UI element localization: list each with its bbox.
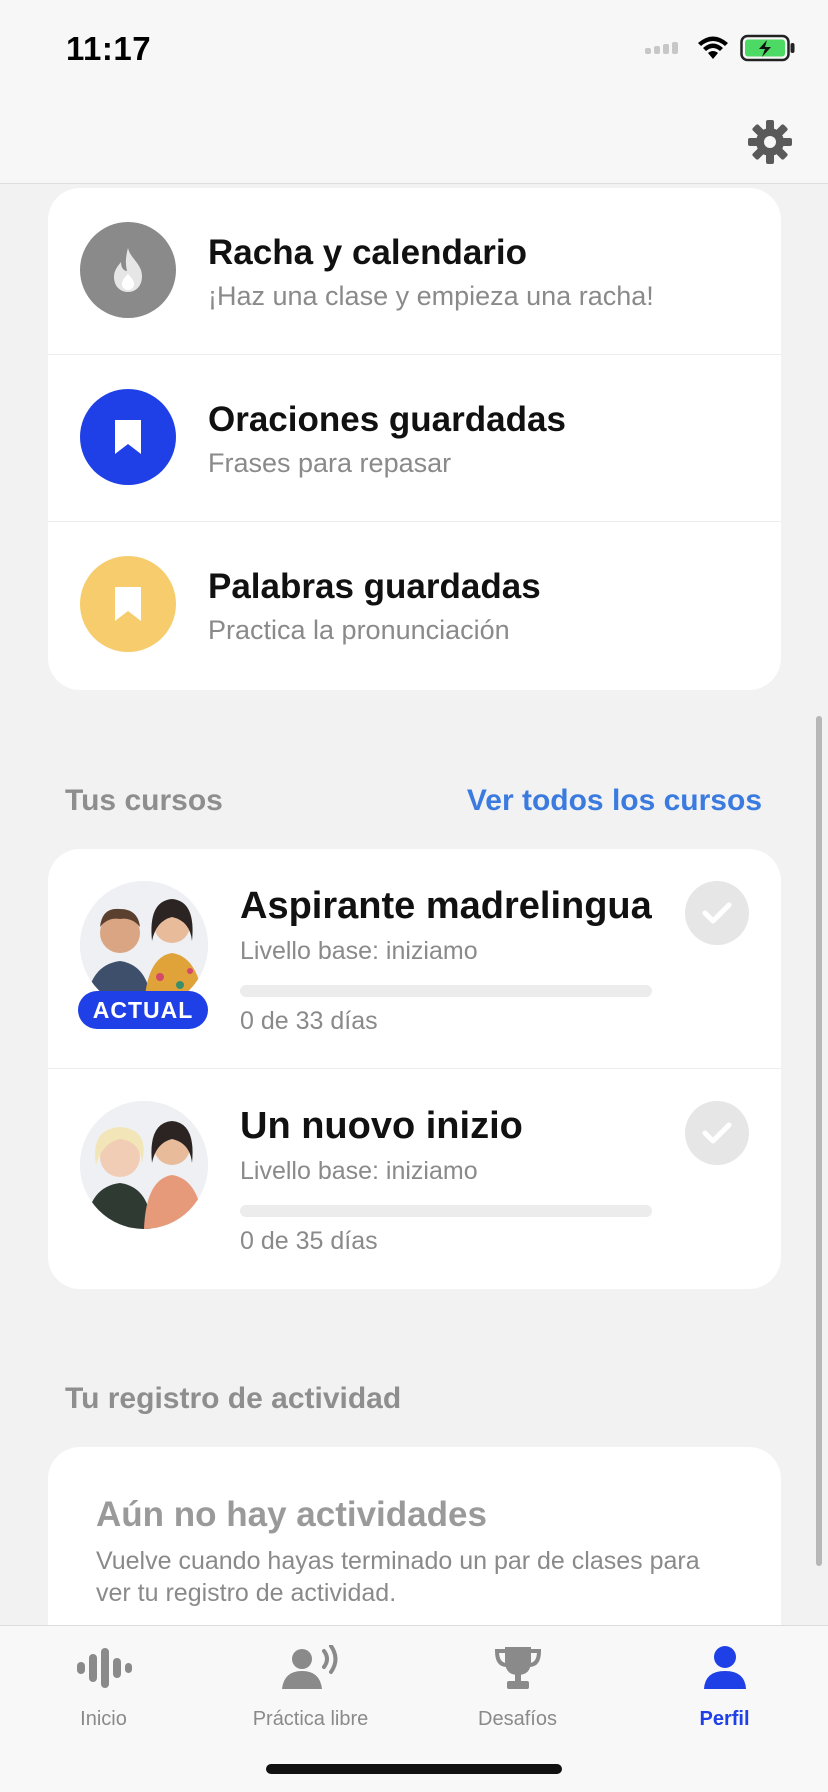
person-speaking-icon: [207, 1640, 414, 1696]
menu-item-saved-words[interactable]: Palabras guardadas Practica la pronuncia…: [48, 522, 781, 689]
menu-item-subtitle: Frases para repasar: [208, 448, 452, 478]
course-title: Un nuovo inizio: [240, 1105, 523, 1147]
tab-label: Inicio: [80, 1708, 127, 1730]
tab-practica-libre[interactable]: Práctica libre: [207, 1640, 414, 1740]
courses-card: ACTUAL Aspirante madrelingua Livello bas…: [48, 849, 781, 1289]
status-time: 11:17: [66, 30, 152, 67]
see-all-courses-link[interactable]: Ver todos los cursos: [467, 784, 762, 818]
status-icons: [645, 34, 796, 62]
activity-empty-description: Vuelve cuando hayas terminado un par de …: [96, 1547, 700, 1607]
course-progress-bar: [240, 985, 652, 997]
person-icon: [621, 1640, 828, 1696]
bookmark-icon: [80, 556, 176, 652]
course-level: Livello base: iniziamo: [240, 1157, 478, 1185]
waveform-icon: [0, 1640, 207, 1696]
course-item[interactable]: Un nuovo inizio Livello base: iniziamo 0…: [48, 1069, 781, 1289]
course-progress-bar: [240, 1205, 652, 1217]
gear-icon[interactable]: [746, 118, 794, 166]
courses-header: Tus cursos: [65, 784, 223, 817]
battery-charging-icon: [740, 34, 795, 62]
tab-desafios[interactable]: Desafíos: [414, 1640, 621, 1740]
check-icon: [685, 881, 749, 945]
course-progress-text: 0 de 33 días: [240, 1007, 378, 1035]
menu-item-subtitle: Practica la pronunciación: [208, 615, 510, 645]
menu-item-title: Palabras guardadas: [208, 567, 541, 606]
wifi-icon: [698, 36, 728, 59]
home-indicator: [266, 1764, 562, 1774]
tab-label: Desafíos: [478, 1708, 557, 1730]
tab-inicio[interactable]: Inicio: [0, 1640, 207, 1740]
check-icon: [685, 1101, 749, 1165]
flame-icon: [80, 222, 176, 318]
tab-label: Práctica libre: [252, 1708, 369, 1730]
course-title: Aspirante madrelingua: [240, 885, 652, 927]
status-bar: 11:17: [0, 0, 828, 100]
course-avatar: [80, 1101, 208, 1229]
profile-menu-card: Racha y calendario ¡Haz una clase y empi…: [48, 188, 781, 690]
signal-icon: [645, 42, 678, 54]
menu-item-saved-sentences[interactable]: Oraciones guardadas Frases para repasar: [48, 355, 781, 522]
tab-perfil[interactable]: Perfil: [621, 1640, 828, 1740]
course-item[interactable]: ACTUAL Aspirante madrelingua Livello bas…: [48, 849, 781, 1069]
menu-item-subtitle: ¡Haz una clase y empieza una racha!: [208, 281, 654, 311]
current-course-badge: ACTUAL: [78, 991, 208, 1029]
activity-empty-title: Aún no hay actividades: [96, 1495, 487, 1534]
course-avatar: [80, 881, 208, 1009]
menu-item-title: Oraciones guardadas: [208, 400, 566, 439]
menu-item-title: Racha y calendario: [208, 233, 528, 272]
bookmark-icon: [80, 389, 176, 485]
trophy-icon: [414, 1640, 621, 1696]
course-level: Livello base: iniziamo: [240, 937, 478, 965]
tab-label: Perfil: [699, 1708, 750, 1730]
top-bar: [0, 100, 828, 184]
course-progress-text: 0 de 35 días: [240, 1227, 378, 1255]
scrollbar[interactable]: [816, 716, 822, 1566]
menu-item-streak[interactable]: Racha y calendario ¡Haz una clase y empi…: [48, 188, 781, 355]
activity-header: Tu registro de actividad: [65, 1382, 402, 1415]
